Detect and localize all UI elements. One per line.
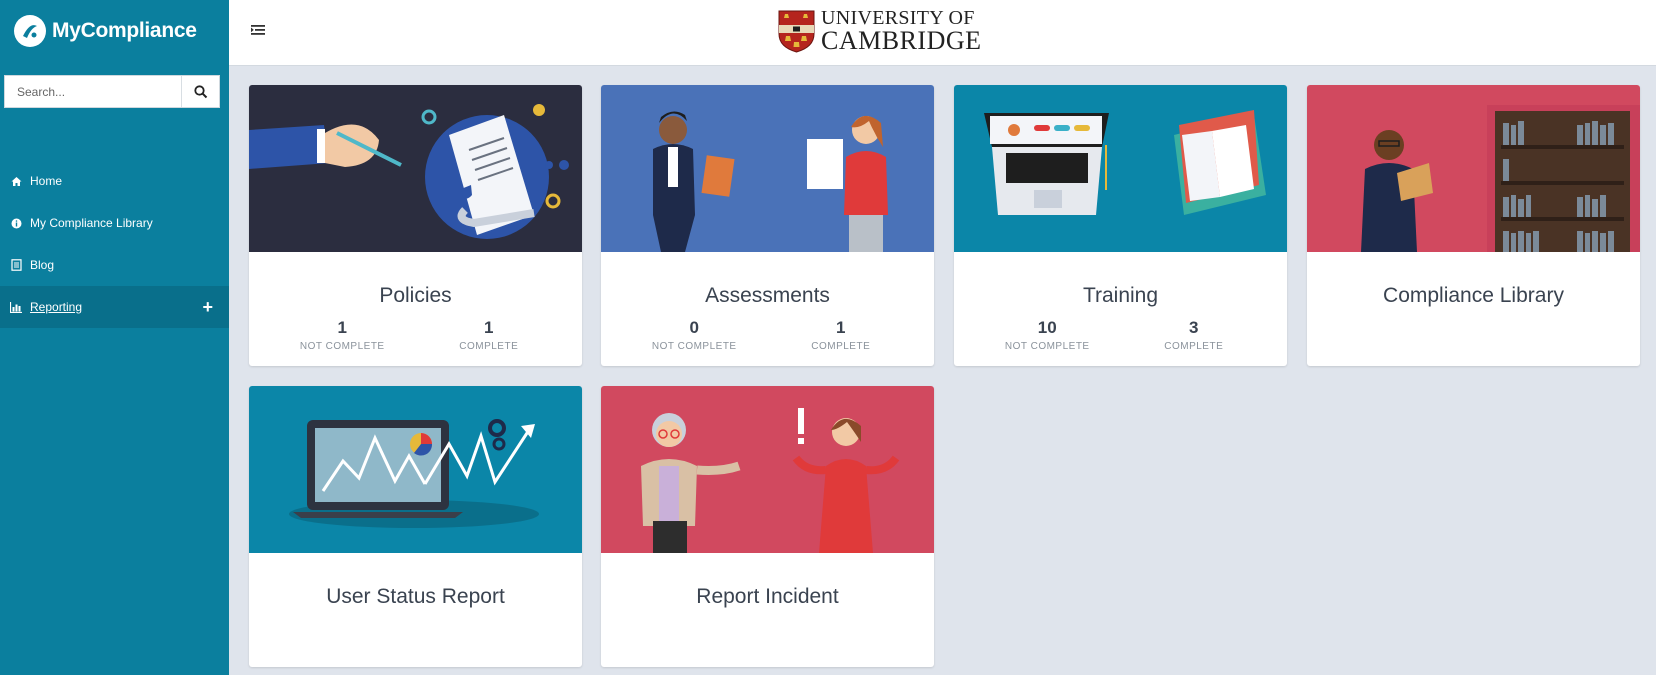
search-icon (193, 84, 207, 98)
sidebar-item-reporting[interactable]: Reporting + (0, 286, 229, 328)
stat-label: COMPLETE (459, 341, 519, 352)
info-icon (9, 216, 23, 230)
sidebar: MyCompliance Home My Compliance Library … (0, 0, 229, 675)
stat-label: COMPLETE (811, 341, 871, 352)
user-status-report-illustration (249, 386, 582, 553)
card-assessments[interactable]: Assessments 0 NOT COMPLETE 1 COMPLETE (601, 85, 934, 366)
card-policies[interactable]: Policies 1 NOT COMPLETE 1 COMPLETE (249, 85, 582, 366)
university-name-line1: UNIVERSITY OF (821, 7, 975, 29)
card-title: Training (1082, 284, 1159, 307)
sidebar-item-label: Home (30, 174, 63, 188)
university-logo: UNIVERSITY OF CAMBRIDGE (778, 8, 982, 54)
top-header: UNIVERSITY OF CAMBRIDGE (229, 0, 1656, 66)
card-title: Report Incident (696, 585, 839, 608)
compliance-library-illustration (1307, 85, 1640, 252)
stat-label: NOT COMPLETE (651, 341, 737, 352)
search-input[interactable] (5, 76, 181, 107)
card-stats: 1 NOT COMPLETE 1 COMPLETE (249, 318, 582, 352)
stat-value: 3 (1189, 318, 1199, 337)
university-name-line2: CAMBRIDGE (821, 26, 982, 55)
card-training[interactable]: Training 10 NOT COMPLETE 3 COMPLETE (954, 85, 1287, 366)
stat-value: 1 (836, 318, 846, 337)
sidebar-nav: Home My Compliance Library Blog Reportin… (0, 160, 229, 328)
sidebar-item-blog[interactable]: Blog (0, 244, 229, 286)
card-title: Policies (379, 284, 452, 307)
app-name: MyCompliance (52, 19, 197, 42)
policies-illustration (249, 85, 582, 252)
assessments-illustration (601, 85, 934, 252)
sidebar-item-label: My Compliance Library (30, 216, 153, 230)
search-button[interactable] (181, 76, 219, 107)
stat-value: 1 (337, 318, 347, 337)
stat-complete: 3 COMPLETE (1124, 318, 1264, 352)
stat-label: COMPLETE (1164, 341, 1224, 352)
menu-toggle-icon[interactable] (251, 23, 267, 37)
card-report-incident[interactable]: Report Incident (601, 386, 934, 667)
card-compliance-library[interactable]: Compliance Library (1307, 85, 1640, 366)
card-stats: 0 NOT COMPLETE 1 COMPLETE (601, 318, 934, 352)
search-box (4, 75, 220, 108)
document-icon (9, 258, 23, 272)
card-title: Compliance Library (1383, 284, 1564, 307)
sidebar-item-my-compliance-library[interactable]: My Compliance Library (0, 202, 229, 244)
stat-value: 1 (484, 318, 494, 337)
home-icon (9, 174, 23, 188)
cambridge-crest-icon (778, 10, 815, 53)
card-title: Assessments (705, 284, 830, 307)
sidebar-item-home[interactable]: Home (0, 160, 229, 202)
stat-label: NOT COMPLETE (1004, 341, 1090, 352)
stat-value: 0 (689, 318, 699, 337)
sidebar-item-label: Blog (30, 258, 55, 272)
stat-label: NOT COMPLETE (299, 341, 385, 352)
mycompliance-logo-icon (14, 15, 46, 47)
stat-complete: 1 COMPLETE (419, 318, 559, 352)
card-user-status-report[interactable]: User Status Report (249, 386, 582, 667)
stat-not-complete: 1 NOT COMPLETE (272, 318, 412, 352)
card-title: User Status Report (326, 585, 505, 608)
brand[interactable]: MyCompliance (0, 0, 229, 62)
expand-plus-icon[interactable]: + (202, 297, 213, 318)
card-stats: 10 NOT COMPLETE 3 COMPLETE (954, 318, 1287, 352)
stat-complete: 1 COMPLETE (771, 318, 911, 352)
stat-not-complete: 10 NOT COMPLETE (977, 318, 1117, 352)
stat-not-complete: 0 NOT COMPLETE (624, 318, 764, 352)
report-incident-illustration (601, 386, 934, 553)
stat-value: 10 (1037, 318, 1057, 337)
sidebar-item-label: Reporting (30, 300, 83, 314)
bar-chart-icon (9, 300, 23, 314)
training-illustration (954, 85, 1287, 252)
